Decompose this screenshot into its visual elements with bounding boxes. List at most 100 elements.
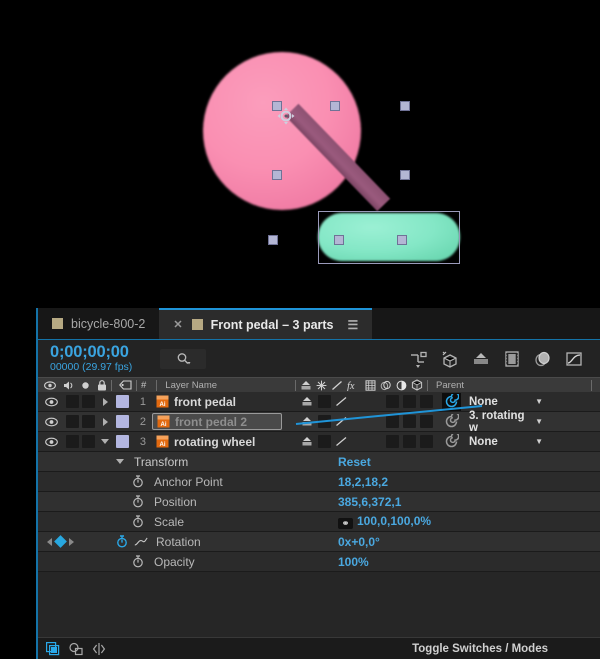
toggle-switches-modes-button[interactable]: Toggle Switches / Modes (412, 643, 548, 655)
next-keyframe-icon[interactable] (68, 537, 74, 546)
layer-label-color[interactable] (114, 392, 131, 412)
adjustment-switch[interactable] (401, 392, 417, 412)
stopwatch-toggle[interactable] (82, 555, 148, 568)
collapse-switch[interactable] (316, 392, 332, 412)
prev-keyframe-icon[interactable] (46, 537, 52, 546)
quality-switch[interactable] (333, 412, 349, 432)
frame-blend-switch[interactable] (367, 412, 383, 432)
three-d-switch[interactable] (418, 432, 434, 452)
quality-icon[interactable] (331, 380, 343, 391)
layer-expand-toggle[interactable] (96, 432, 114, 452)
frame-blending-icon[interactable] (502, 349, 522, 369)
selection-handle[interactable] (397, 235, 407, 245)
layer-solo-toggle[interactable] (80, 392, 96, 412)
collapse-switch[interactable] (316, 412, 332, 432)
layer-label-color[interactable] (114, 412, 131, 432)
three-d-switch[interactable] (418, 392, 434, 412)
layer-solo-toggle[interactable] (80, 432, 96, 452)
motion-blur-switch[interactable] (384, 392, 400, 412)
parent-pickwhip[interactable] (442, 412, 461, 432)
property-row-position[interactable]: Position 385,6,372,1 (38, 492, 600, 512)
layer-visibility-toggle[interactable] (38, 392, 64, 412)
table-row[interactable]: 3 Ai rotating wheel None ▼ (38, 432, 600, 452)
stopwatch-toggle[interactable] (82, 535, 132, 548)
anchor-point-icon[interactable] (277, 107, 295, 125)
layer-switches-icon[interactable] (69, 642, 83, 656)
property-value[interactable]: 385,6,372,1 (338, 495, 401, 509)
selection-handle[interactable] (330, 101, 340, 111)
composition-viewport[interactable] (0, 0, 600, 300)
column-index-header[interactable]: # (141, 380, 146, 391)
constrain-proportions-icon[interactable]: ⚭ (338, 518, 353, 529)
parent-cell[interactable]: None ▼ (442, 432, 546, 452)
column-layer-name-header[interactable]: Layer Name (161, 380, 217, 391)
selection-handle[interactable] (400, 101, 410, 111)
fx-icon[interactable]: fx (347, 380, 361, 391)
current-timecode[interactable]: 0;00;00;00 (50, 344, 154, 361)
property-value[interactable]: 18,2,18,2 (338, 475, 388, 489)
frame-blend-switch[interactable] (367, 392, 383, 412)
keyframe-diamond-icon[interactable] (53, 535, 67, 548)
audio-icon[interactable] (63, 380, 74, 391)
layer-audio-toggle[interactable] (64, 392, 80, 412)
property-row-rotation[interactable]: Rotation 0x+0,0° (38, 532, 600, 552)
shy-icon[interactable] (300, 380, 312, 391)
pink-wheel-shape[interactable] (203, 52, 361, 210)
search-input[interactable] (160, 348, 206, 369)
motion-blur-icon[interactable] (380, 380, 392, 391)
property-value[interactable]: 100% (338, 555, 369, 569)
keyframe-navigator[interactable] (38, 535, 82, 548)
column-parent-header[interactable]: Parent (432, 380, 464, 391)
motion-blur-switch[interactable] (384, 412, 400, 432)
layer-name-cell[interactable]: Ai front pedal 2 (151, 412, 293, 432)
close-icon[interactable]: ✕ (173, 318, 182, 331)
transform-reset-link[interactable]: Reset (338, 455, 371, 469)
property-row-opacity[interactable]: Opacity 100% (38, 552, 600, 572)
collapse-switch[interactable] (316, 432, 332, 452)
eye-icon[interactable] (44, 397, 58, 407)
label-tag-icon[interactable] (119, 380, 132, 390)
tab-bicycle-800-2[interactable]: bicycle-800-2 (38, 308, 159, 339)
parent-pickwhip[interactable] (442, 432, 461, 452)
graph-editor-icon[interactable] (564, 349, 584, 369)
layer-switch-group[interactable] (299, 392, 434, 412)
layer-label-color[interactable] (114, 432, 131, 452)
fx-switch[interactable] (350, 412, 366, 432)
stopwatch-toggle[interactable] (82, 475, 148, 488)
adjustment-switch[interactable] (401, 432, 417, 452)
parent-cell[interactable]: None ▼ (442, 392, 546, 411)
eye-icon[interactable] (44, 380, 56, 390)
stopwatch-toggle[interactable] (82, 495, 148, 508)
solo-icon[interactable] (81, 381, 90, 390)
layer-switch-group[interactable] (299, 432, 434, 452)
transform-expand-toggle[interactable] (82, 459, 128, 464)
property-value[interactable]: 0x+0,0° (338, 535, 380, 549)
fx-switch[interactable] (350, 392, 366, 412)
property-row-scale[interactable]: Scale ⚭ 100,0,100,0% (38, 512, 600, 532)
motion-blur-switch[interactable] (384, 432, 400, 452)
adjustment-layer-icon[interactable] (396, 380, 407, 391)
quality-switch[interactable] (333, 432, 349, 452)
layer-name-cell[interactable]: Ai front pedal (151, 392, 293, 412)
3d-layer-icon[interactable] (411, 379, 423, 391)
selection-handle[interactable] (400, 170, 410, 180)
eye-icon[interactable] (44, 417, 58, 427)
property-row-anchor-point[interactable]: Anchor Point 18,2,18,2 (38, 472, 600, 492)
lock-icon[interactable] (97, 379, 107, 391)
adjustment-switch[interactable] (401, 412, 417, 432)
layer-name-cell[interactable]: Ai rotating wheel (151, 432, 293, 452)
property-value[interactable]: 100,0,100,0% (357, 514, 431, 528)
hide-shy-layers-icon[interactable] (471, 349, 491, 369)
shy-switch[interactable] (299, 392, 315, 412)
shy-switch[interactable] (299, 432, 315, 452)
property-group-row-transform[interactable]: Transform Reset (38, 452, 600, 472)
motion-blur-icon[interactable] (533, 349, 553, 369)
table-row[interactable]: 2 Ai front pedal 2 3. rotating w ▼ (38, 410, 600, 434)
parent-dropdown[interactable]: 3. rotating w ▼ (464, 410, 546, 434)
panel-menu-icon[interactable]: ☰ (348, 318, 359, 332)
quality-switch[interactable] (333, 392, 349, 412)
parent-pickwhip[interactable] (442, 392, 461, 411)
frame-blend-icon[interactable] (365, 379, 376, 391)
frame-blend-switch[interactable] (367, 432, 383, 452)
graph-editor-toggle[interactable] (132, 536, 150, 547)
